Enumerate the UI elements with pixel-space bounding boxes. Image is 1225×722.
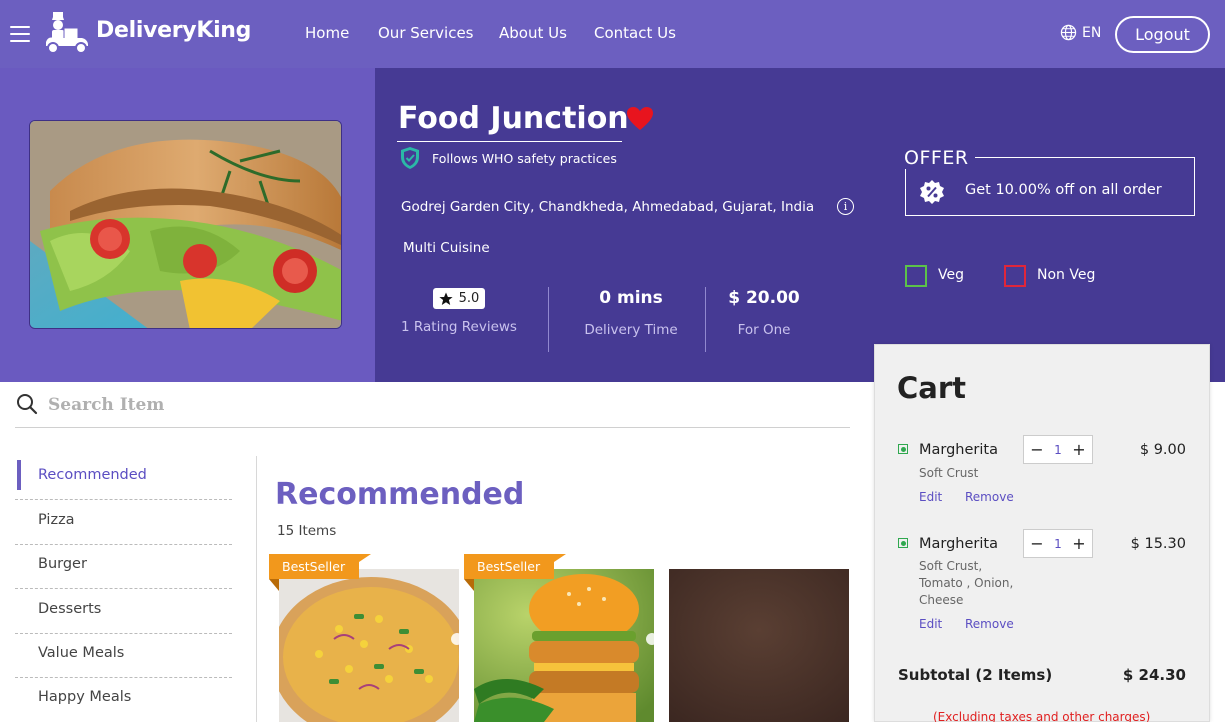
rating-badge: 5.0 — [432, 288, 486, 309]
restaurant-name-underline — [397, 141, 622, 142]
rating-reviews-label: 1 Rating Reviews — [401, 318, 517, 335]
offer-text: Get 10.00% off on all order — [965, 182, 1162, 198]
bestseller-badge: BestSeller — [464, 554, 555, 579]
brand-name[interactable]: DeliveryKing — [96, 18, 251, 43]
veg-indicator-icon — [898, 444, 908, 454]
subtotal-value: $ 24.30 — [1122, 666, 1186, 684]
menu-icon[interactable] — [10, 26, 30, 42]
restaurant-image — [29, 120, 342, 329]
category-label: Burger — [38, 556, 87, 572]
cart-item-description: Soft Crust, Tomato , Onion, Cheese — [919, 559, 1014, 607]
minus-button[interactable]: − — [1030, 440, 1044, 459]
delivery-time-value: 0 mins — [599, 288, 663, 308]
quantity-value: 1 — [1054, 442, 1062, 457]
sidebar-divider — [256, 456, 257, 722]
ribbon-fold — [269, 579, 279, 591]
price-for-one-stat: $ 20.00 For One — [718, 288, 810, 352]
rating-stat: 5.0 1 Rating Reviews — [400, 288, 518, 352]
restaurant-address: Godrej Garden City, Chandkheda, Ahmedaba… — [401, 199, 815, 215]
section-item-count: 15 Items — [277, 523, 337, 539]
ribbon-fold — [464, 579, 474, 591]
nonveg-label: Non Veg — [1037, 267, 1096, 283]
search-icon — [17, 394, 38, 415]
minus-button[interactable]: − — [1030, 534, 1044, 553]
category-value-meals[interactable]: Value Meals — [15, 634, 232, 678]
price-for-one-label: For One — [737, 322, 791, 338]
language-selector[interactable]: EN — [1060, 24, 1101, 41]
category-recommended[interactable]: Recommended — [15, 456, 232, 500]
veg-checkbox[interactable] — [905, 265, 927, 287]
nav-link-about[interactable]: About Us — [499, 24, 567, 42]
menu-item-card-pizza[interactable] — [279, 569, 459, 722]
cart-title: Cart — [897, 371, 967, 405]
quantity-stepper: − 1 + — [1023, 529, 1093, 558]
subtotal-label: Subtotal (2 Items) — [898, 666, 1053, 684]
cart-item-edit-link[interactable]: Edit — [919, 617, 942, 631]
offer-title: OFFER — [898, 147, 975, 169]
menu-item-card[interactable] — [669, 569, 849, 722]
ribbon-tail — [353, 554, 371, 566]
star-icon — [439, 292, 453, 305]
search-underline — [15, 427, 850, 428]
language-code: EN — [1082, 24, 1102, 41]
info-icon[interactable]: i — [837, 198, 854, 215]
favorite-heart-icon[interactable] — [626, 106, 654, 132]
safety-practices-text: Follows WHO safety practices — [432, 151, 617, 166]
restaurant-name: Food Junction — [398, 101, 629, 136]
nav-link-home[interactable]: Home — [305, 24, 349, 42]
category-label: Value Meals — [38, 645, 125, 661]
section-title: Recommended — [275, 477, 525, 512]
top-navbar: DeliveryKing Home Our Services About Us … — [0, 0, 1225, 68]
delivery-time-label: Delivery Time — [584, 322, 678, 338]
category-label: Pizza — [38, 512, 75, 528]
nav-link-contact[interactable]: Contact Us — [594, 24, 676, 42]
cart-item-remove-link[interactable]: Remove — [965, 490, 1014, 504]
nonveg-checkbox[interactable] — [1004, 265, 1026, 287]
veg-indicator-icon — [898, 538, 908, 548]
delivery-time-stat: 0 mins Delivery Time — [570, 288, 692, 352]
category-desserts[interactable]: Desserts — [15, 590, 232, 634]
veg-label: Veg — [938, 267, 964, 283]
plus-button[interactable]: + — [1072, 440, 1086, 459]
ribbon-tail — [548, 554, 566, 566]
logout-button[interactable]: Logout — [1115, 16, 1210, 53]
quantity-stepper: − 1 + — [1023, 435, 1093, 464]
cart-item-remove-link[interactable]: Remove — [965, 617, 1014, 631]
cart-item-name: Margherita — [919, 442, 998, 458]
stat-divider — [548, 287, 549, 352]
rating-value: 5.0 — [458, 291, 480, 306]
category-happy-meals[interactable]: Happy Meals — [15, 678, 232, 722]
cuisine-type: Multi Cuisine — [403, 240, 490, 256]
cart-item-edit-link[interactable]: Edit — [919, 490, 942, 504]
nav-link-services[interactable]: Our Services — [378, 24, 474, 42]
cart-item-name: Margherita — [919, 536, 998, 552]
delivery-scooter-logo-icon — [46, 12, 88, 54]
plus-button[interactable]: + — [1072, 534, 1086, 553]
discount-badge-icon — [920, 180, 944, 204]
cart-item-description: Soft Crust — [919, 466, 979, 480]
category-label: Happy Meals — [38, 689, 132, 705]
price-for-one-value: $ 20.00 — [728, 288, 800, 308]
shield-check-icon — [401, 147, 419, 169]
tax-note: (Excluding taxes and other charges) — [933, 710, 1151, 722]
category-pizza[interactable]: Pizza — [15, 501, 232, 545]
category-label: Desserts — [38, 601, 102, 617]
category-burger[interactable]: Burger — [15, 545, 232, 589]
category-label: Recommended — [38, 467, 147, 483]
search-input[interactable] — [48, 392, 838, 418]
menu-item-card-burger[interactable] — [474, 569, 654, 722]
cart-item-price: $ 15.30 — [1130, 536, 1186, 552]
cart-item-price: $ 9.00 — [1139, 442, 1186, 458]
quantity-value: 1 — [1054, 536, 1062, 551]
globe-icon — [1060, 24, 1077, 41]
bestseller-badge: BestSeller — [269, 554, 360, 579]
stat-divider — [705, 287, 706, 352]
